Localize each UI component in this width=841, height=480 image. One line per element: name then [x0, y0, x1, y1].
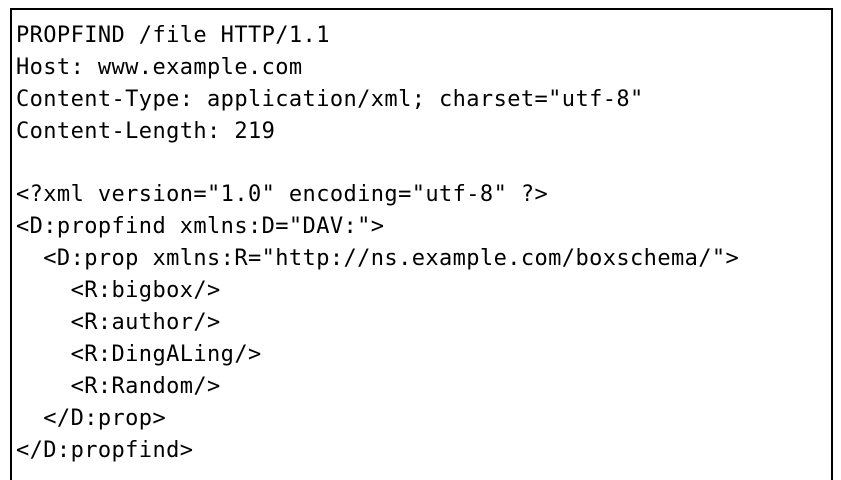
propfind-open-tag: <D:propfind xmlns:D="DAV:"> [16, 214, 385, 239]
prop-close-tag: </D:prop> [16, 406, 167, 431]
xml-declaration: <?xml version="1.0" encoding="utf-8" ?> [16, 182, 549, 207]
propfind-close-tag: </D:propfind> [16, 438, 194, 463]
random-element: <R:Random/> [16, 374, 221, 399]
bigbox-element: <R:bigbox/> [16, 278, 221, 303]
author-element: <R:author/> [16, 310, 221, 335]
request-line: PROPFIND /file HTTP/1.1 [16, 23, 330, 48]
content-length-header: Content-Length: 219 [16, 119, 276, 144]
content-type-header: Content-Type: application/xml; charset="… [16, 87, 644, 112]
host-header: Host: www.example.com [16, 55, 303, 80]
dingaling-element: <R:DingALing/> [16, 342, 262, 367]
code-listing: PROPFIND /file HTTP/1.1 Host: www.exampl… [10, 8, 833, 480]
prop-open-tag: <D:prop xmlns:R="http://ns.example.com/b… [16, 246, 740, 271]
